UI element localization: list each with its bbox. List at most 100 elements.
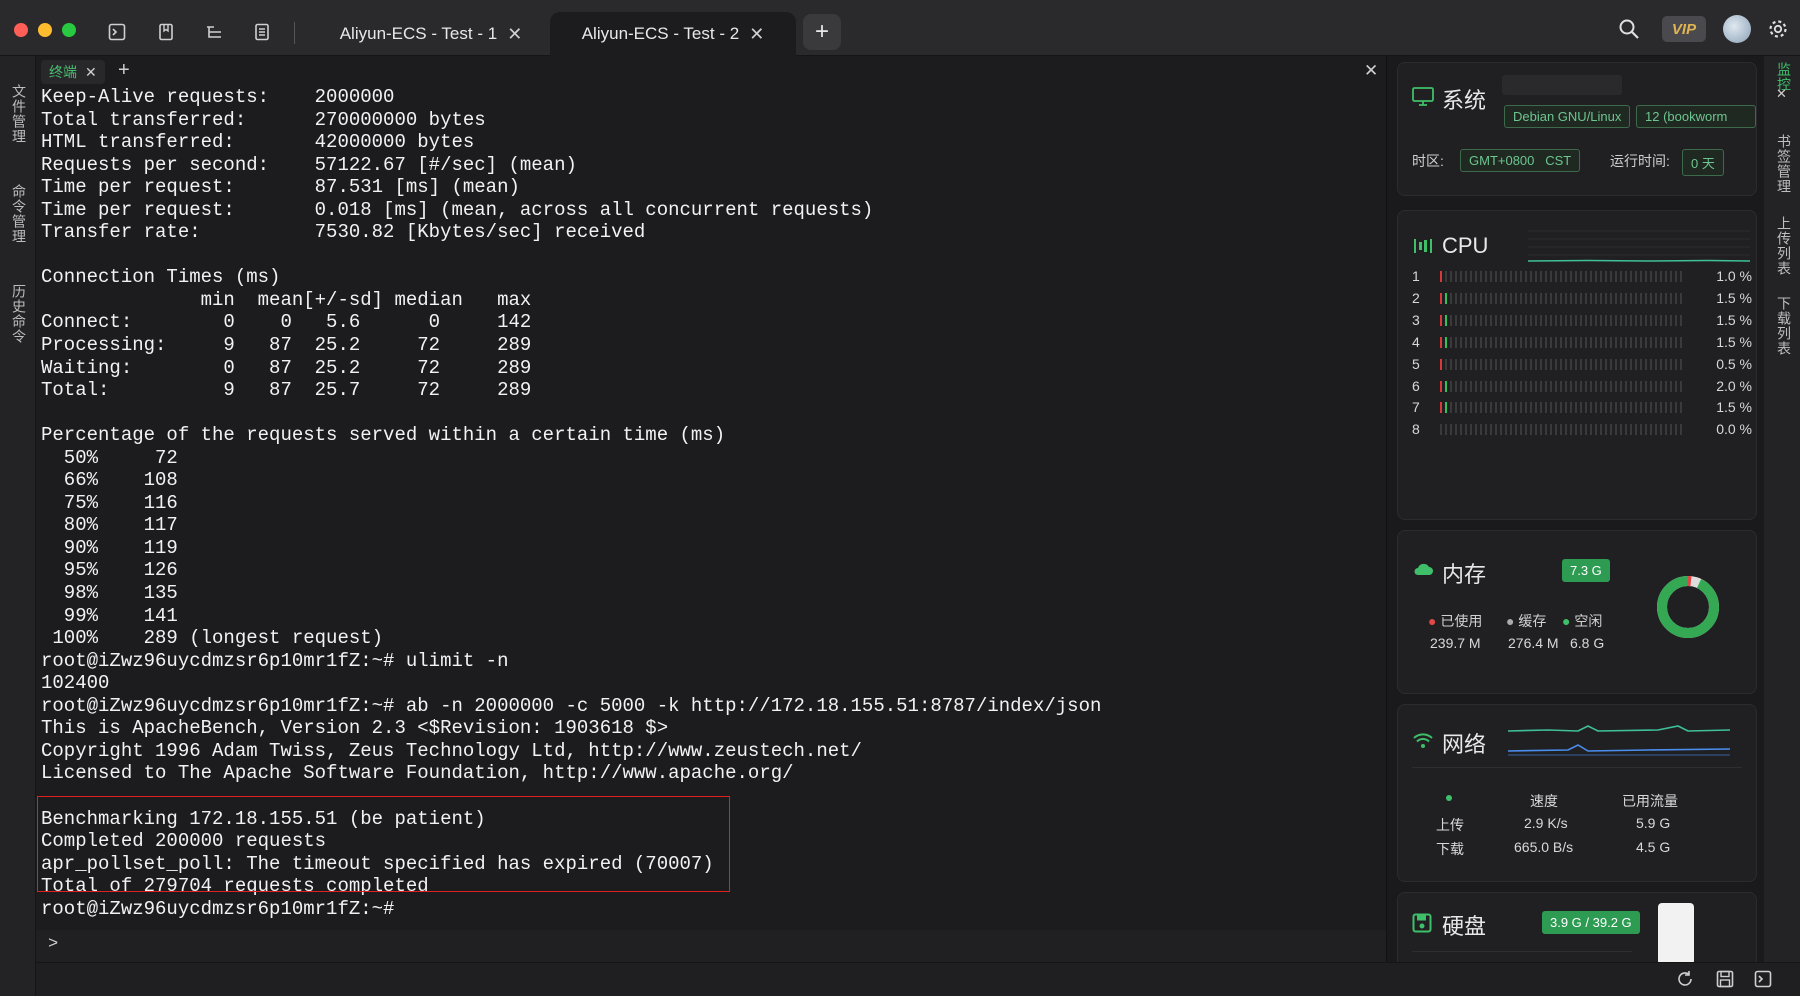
list-icon[interactable] — [251, 21, 273, 43]
upload-speed: 2.9 K/s — [1524, 815, 1568, 831]
cpu-sparkline — [1528, 230, 1750, 262]
terminal-line: Total: 9 87 25.7 72 289 — [41, 379, 532, 402]
sidebar-item-command-manager[interactable]: 命令管理 — [9, 184, 29, 244]
system-title: 系统 — [1442, 88, 1487, 113]
terminal-line: 99% 141 — [41, 604, 178, 627]
cpu-core-index: 5 — [1412, 355, 1420, 372]
cpu-usage-fill — [1445, 292, 1449, 304]
input-prompt: > — [48, 935, 59, 954]
command-input[interactable]: > — [36, 930, 1386, 962]
download-label: 下载 — [1436, 841, 1464, 857]
sidebar-item-download-list[interactable]: 下载列表 — [1774, 296, 1794, 356]
monitor-panel: 系统 Debian GNU/Linux 12 (bookworm 时区: GMT… — [1386, 56, 1764, 972]
speed-header: 速度 — [1530, 793, 1558, 809]
terminal-line: Time per request: 0.018 [ms] (mean, acro… — [41, 198, 874, 221]
cpu-core-percent: 1.5 % — [1716, 333, 1752, 350]
network-card: 网络 速度 已用流量 上传 2.9 K/s 5.9 G 下载 665.0 B/s… — [1397, 704, 1757, 882]
bookmark-icon[interactable] — [155, 21, 177, 43]
terminal-line: 100% 289 (longest request) — [41, 627, 384, 650]
refresh-icon[interactable] — [1676, 970, 1694, 993]
cpu-core-row: 3 1.5 % — [1412, 312, 1752, 328]
close-icon[interactable]: ✕ — [749, 24, 764, 45]
cpu-usage-fill — [1440, 314, 1444, 326]
tab-label: Aliyun-ECS - Test - 1 — [339, 24, 498, 43]
cpu-core-index: 4 — [1412, 333, 1420, 350]
new-tab-button[interactable]: + — [803, 14, 841, 50]
terminal-line: min mean[+/-sd] median max — [41, 288, 532, 311]
cpu-usage-fill — [1440, 336, 1444, 348]
vip-badge[interactable]: VIP — [1662, 16, 1706, 42]
cpu-usage-fill — [1440, 358, 1444, 370]
cpu-usage-fill — [1440, 380, 1444, 392]
terminal-line: 80% 117 — [41, 514, 178, 537]
search-icon[interactable] — [1616, 16, 1642, 42]
tree-icon[interactable] — [203, 21, 225, 43]
memory-donut-chart — [1657, 576, 1719, 638]
system-card: 系统 Debian GNU/Linux 12 (bookworm 时区: GMT… — [1397, 62, 1757, 196]
used-header: 已用流量 — [1622, 793, 1678, 809]
sidebar-item-command-history[interactable]: 历史命令 — [9, 284, 29, 344]
cpu-core-index: 6 — [1412, 377, 1420, 394]
sidebar-item-file-manager[interactable]: 文件管理 — [9, 84, 29, 144]
tab-label: Aliyun-ECS - Test - 2 — [581, 24, 740, 43]
disk-card: 硬盘 3.9 G / 39.2 G — [1397, 892, 1757, 972]
disk-title: 硬盘 — [1442, 914, 1487, 939]
close-icon[interactable]: ✕ — [85, 64, 97, 81]
terminal-line: Transfer rate: 7530.82 [Kbytes/sec] rece… — [41, 221, 646, 244]
save-icon[interactable] — [1716, 970, 1734, 993]
status-dot-icon — [1446, 795, 1452, 801]
terminal-line: Completed 200000 requests — [41, 830, 327, 853]
download-used: 4.5 G — [1636, 839, 1671, 855]
terminal-line: Connection Times (ms) — [41, 266, 281, 289]
avatar[interactable] — [1723, 15, 1751, 43]
cpu-core-row: 5 0.5 % — [1412, 356, 1752, 372]
cache-dot-icon: ● — [1506, 613, 1515, 629]
cpu-usage-fill — [1440, 292, 1444, 304]
divider — [294, 22, 295, 44]
terminal-line: Keep-Alive requests: 2000000 — [41, 86, 395, 108]
right-sidebar: 监控 ✕ 书签管理 上传列表 下载列表 — [1764, 56, 1800, 962]
terminal-line: HTML transferred: 42000000 bytes — [41, 131, 475, 154]
upload-label: 上传 — [1436, 817, 1464, 833]
cpu-core-row: 2 1.5 % — [1412, 290, 1752, 306]
used-dot-icon: ● — [1428, 613, 1437, 629]
terminal-line: 98% 135 — [41, 582, 178, 605]
cpu-core-index: 3 — [1412, 311, 1420, 328]
terminal-icon[interactable] — [106, 21, 128, 43]
uptime-label: 运行时间: — [1610, 153, 1670, 169]
sidebar-item-upload-list[interactable]: 上传列表 — [1774, 216, 1794, 276]
minimize-window-button[interactable] — [38, 23, 52, 37]
sidebar-item-bookmarks[interactable]: 书签管理 — [1774, 134, 1794, 194]
upload-used: 5.9 G — [1636, 815, 1671, 831]
network-title: 网络 — [1442, 732, 1487, 757]
close-window-button[interactable] — [14, 23, 28, 37]
gear-icon[interactable] — [1766, 17, 1790, 41]
terminal-line: Time per request: 87.531 [ms] (mean) — [41, 176, 520, 199]
close-icon[interactable]: ✕ — [1776, 86, 1787, 102]
terminal-line: Connect: 0 0 5.6 0 142 — [41, 311, 532, 334]
terminal-line: root@iZwz96uycdmzsr6p10mr1fZ:~# ulimit -… — [41, 649, 509, 672]
close-icon[interactable]: ✕ — [507, 24, 522, 45]
terminal-line: This is ApacheBench, Version 2.3 <$Revis… — [41, 717, 669, 740]
tab-terminal[interactable]: 终端 ✕ — [41, 60, 105, 84]
terminal-line: Waiting: 0 87 25.2 72 289 — [41, 356, 532, 379]
disk-icon — [1412, 913, 1432, 938]
monitor-icon — [1412, 87, 1434, 112]
tab-test-2[interactable]: Aliyun-ECS - Test - 2 ✕ — [550, 12, 796, 56]
add-terminal-button[interactable]: + — [118, 59, 130, 82]
tab-test-1[interactable]: Aliyun-ECS - Test - 1 ✕ — [318, 12, 544, 56]
separator — [1412, 951, 1632, 952]
terminal-line: Total of 279704 requests completed — [41, 875, 429, 898]
close-panel-button[interactable]: ✕ — [1364, 61, 1378, 81]
os-tag: Debian GNU/Linux — [1504, 105, 1631, 128]
disk-usage-bar — [1658, 903, 1694, 965]
cpu-core-percent: 2.0 % — [1716, 377, 1752, 394]
terminal-icon[interactable] — [1754, 970, 1772, 993]
terminal-output[interactable]: Keep-Alive requests: 2000000 Total transf… — [36, 86, 1386, 930]
terminal-line: 90% 119 — [41, 536, 178, 559]
maximize-window-button[interactable] — [62, 23, 76, 37]
disk-usage-tag: 3.9 G / 39.2 G — [1542, 911, 1640, 934]
cpu-core-percent: 0.0 % — [1716, 421, 1752, 438]
uptime-value: 0 天 — [1682, 149, 1724, 176]
